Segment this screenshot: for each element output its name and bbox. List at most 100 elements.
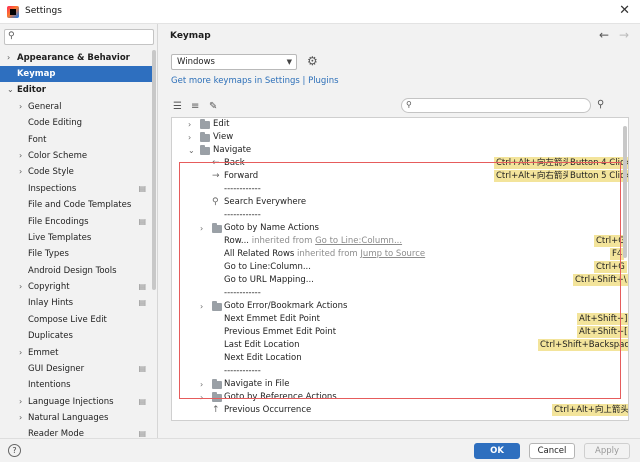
sidebar-search[interactable]: ⚲: [4, 29, 154, 45]
sidebar-item-appearance[interactable]: › Appearance & Behavior: [0, 50, 152, 66]
sidebar-item-file-code-templates[interactable]: File and Code Templates: [0, 197, 152, 213]
keymap-links: Get more keymaps in Settings | Plugins: [171, 76, 339, 86]
close-icon[interactable]: ✕: [619, 3, 630, 18]
up-arrow-icon: ↑: [212, 405, 220, 415]
find-by-shortcut-icon[interactable]: ⚲: [597, 99, 604, 110]
sidebar-item-label: Android Design Tools: [28, 266, 117, 276]
action-name: Row...: [224, 236, 250, 246]
more-keymaps-link[interactable]: Get more keymaps in Settings: [171, 76, 300, 86]
tree-row[interactable]: Next Emmet Edit Point Alt+Shift+]: [172, 313, 628, 326]
window-title: Settings: [25, 6, 62, 16]
tree-row[interactable]: All Related Rows inherited from Jump to …: [172, 248, 625, 261]
sidebar-item-android-design-tools[interactable]: Android Design Tools: [0, 263, 152, 279]
collapse-all-icon[interactable]: ≡: [191, 101, 199, 112]
shortcut-badge: Ctrl+Shift+Backspace: [538, 339, 628, 351]
tree-row[interactable]: › Goto Error/Bookmark Actions: [172, 300, 612, 313]
ok-button[interactable]: OK: [474, 443, 520, 459]
shortcut-badge: Ctrl+G: [594, 261, 627, 273]
tree-row[interactable]: ⚲ Search Everywhere: [172, 196, 612, 209]
sidebar-item-file-types[interactable]: File Types: [0, 246, 152, 262]
apply-button[interactable]: Apply: [584, 443, 630, 459]
sidebar-item-live-templates[interactable]: Live Templates: [0, 230, 152, 246]
sidebar-item-color-scheme[interactable]: › Color Scheme: [0, 148, 152, 164]
shortcut-badge: Ctrl+Alt+向右箭头: [494, 170, 573, 182]
tree-row-label: Last Edit Location: [224, 340, 300, 350]
tree-row[interactable]: › Navigate in File: [172, 378, 612, 391]
plugins-link[interactable]: Plugins: [308, 76, 338, 86]
project-settings-icon: ▤: [138, 429, 146, 438]
expand-all-icon[interactable]: ☰: [173, 101, 182, 112]
sidebar-item-intentions[interactable]: Intentions: [0, 377, 152, 393]
tree-row[interactable]: ↑ Previous Occurrence Ctrl+Alt+向上箭头: [172, 404, 628, 417]
tree-separator: ------------: [172, 183, 612, 196]
tree-row[interactable]: Go to URL Mapping... Ctrl+Shift+\: [172, 274, 628, 287]
tree-row[interactable]: › Goto by Name Actions: [172, 222, 612, 235]
tree-row[interactable]: → Forward Ctrl+Alt+向右箭头 Button 5 Click: [172, 170, 628, 183]
tree-row[interactable]: ← Back Ctrl+Alt+向左箭头 Button 4 Click: [172, 157, 628, 170]
edit-icon[interactable]: ✎: [209, 101, 217, 112]
sidebar-item-label: Duplicates: [28, 331, 73, 341]
sidebar-item-general[interactable]: › General: [0, 99, 152, 115]
tree-row[interactable]: Go to Line:Column... Ctrl+G: [172, 261, 627, 274]
action-search-input[interactable]: ⚲: [401, 98, 591, 113]
folder-icon: [212, 392, 222, 402]
chevron-right-icon: ›: [19, 348, 23, 357]
separator-label: ------------: [224, 288, 261, 298]
help-icon[interactable]: ?: [8, 444, 21, 457]
sidebar-search-input[interactable]: [19, 31, 151, 43]
shortcut-badge: Button 5 Click: [568, 170, 628, 182]
sidebar-item-duplicates[interactable]: Duplicates: [0, 328, 152, 344]
separator-label: ------------: [224, 210, 261, 220]
tree-row[interactable]: › Goto by Reference Actions: [172, 391, 612, 404]
chevron-right-icon: ›: [19, 102, 23, 111]
sidebar-item-keymap[interactable]: Keymap: [0, 66, 152, 82]
forward-arrow-icon[interactable]: →: [619, 28, 629, 42]
sidebar-item-code-style[interactable]: › Code Style: [0, 164, 152, 180]
tree-row[interactable]: › View: [172, 131, 612, 144]
sidebar-item-inspections[interactable]: Inspections ▤: [0, 181, 152, 197]
cancel-button[interactable]: Cancel: [529, 443, 575, 459]
chevron-down-icon: ⌄: [7, 85, 14, 94]
tree-row[interactable]: Previous Emmet Edit Point Alt+Shift+[: [172, 326, 628, 339]
sidebar-item-code-editing[interactable]: Code Editing: [0, 115, 152, 131]
search-icon: ⚲: [8, 31, 15, 41]
tree-row-label: Navigate in File: [224, 379, 290, 389]
keymap-select[interactable]: Windows ▼: [171, 54, 297, 70]
sidebar-item-emmet[interactable]: › Emmet: [0, 345, 152, 361]
tree-row[interactable]: Row... inherited from Go to Line:Column.…: [172, 235, 627, 248]
sidebar-item-label: Appearance & Behavior: [17, 53, 130, 63]
sidebar-item-reader-mode[interactable]: Reader Mode ▤: [0, 426, 152, 438]
sidebar-item-language-injections[interactable]: › Language Injections ▤: [0, 394, 152, 410]
tree-row[interactable]: Next Edit Location: [172, 352, 612, 365]
sidebar-item-label: File and Code Templates: [28, 200, 132, 210]
sidebar-item-natural-languages[interactable]: › Natural Languages: [0, 410, 152, 426]
sidebar-item-editor[interactable]: ⌄ Editor: [0, 82, 152, 98]
folder-icon: [200, 119, 210, 129]
inherited-label: inherited from: [251, 236, 313, 246]
gear-icon[interactable]: ⚙: [307, 54, 318, 68]
tree-row-label: Go to Line:Column...: [224, 262, 311, 272]
inherited-link[interactable]: Jump to Source: [360, 249, 425, 259]
inherited-link[interactable]: Go to Line:Column...: [315, 236, 402, 246]
shortcut-badge: Button 4 Click: [568, 157, 628, 169]
tree-row[interactable]: ⌄ Navigate: [172, 144, 612, 157]
project-settings-icon: ▤: [138, 184, 146, 193]
sidebar-item-compose-live-edit[interactable]: Compose Live Edit: [0, 312, 152, 328]
chevron-right-icon: ›: [19, 397, 23, 406]
tree-row[interactable]: Last Edit Location Ctrl+Shift+Backspace: [172, 339, 628, 352]
back-arrow-icon[interactable]: ←: [599, 28, 609, 42]
tree-row-label: Next Emmet Edit Point: [224, 314, 320, 324]
sidebar-item-font[interactable]: Font: [0, 132, 152, 148]
tree-scrollbar[interactable]: [623, 126, 627, 258]
sidebar-item-label: Editor: [17, 85, 46, 95]
separator-label: ------------: [224, 184, 261, 194]
sidebar-item-gui-designer[interactable]: GUI Designer ▤: [0, 361, 152, 377]
shortcut-badge: Alt+Shift+[: [577, 326, 628, 338]
chevron-right-icon: ›: [7, 53, 11, 62]
sidebar-item-copyright[interactable]: › Copyright ▤: [0, 279, 152, 295]
sidebar-item-file-encodings[interactable]: File Encodings ▤: [0, 214, 152, 230]
tree-row[interactable]: › Edit: [172, 118, 612, 131]
sidebar-item-label: Language Injections: [28, 397, 114, 407]
sidebar-scrollbar[interactable]: [152, 50, 156, 290]
sidebar-item-inlay-hints[interactable]: Inlay Hints ▤: [0, 295, 152, 311]
